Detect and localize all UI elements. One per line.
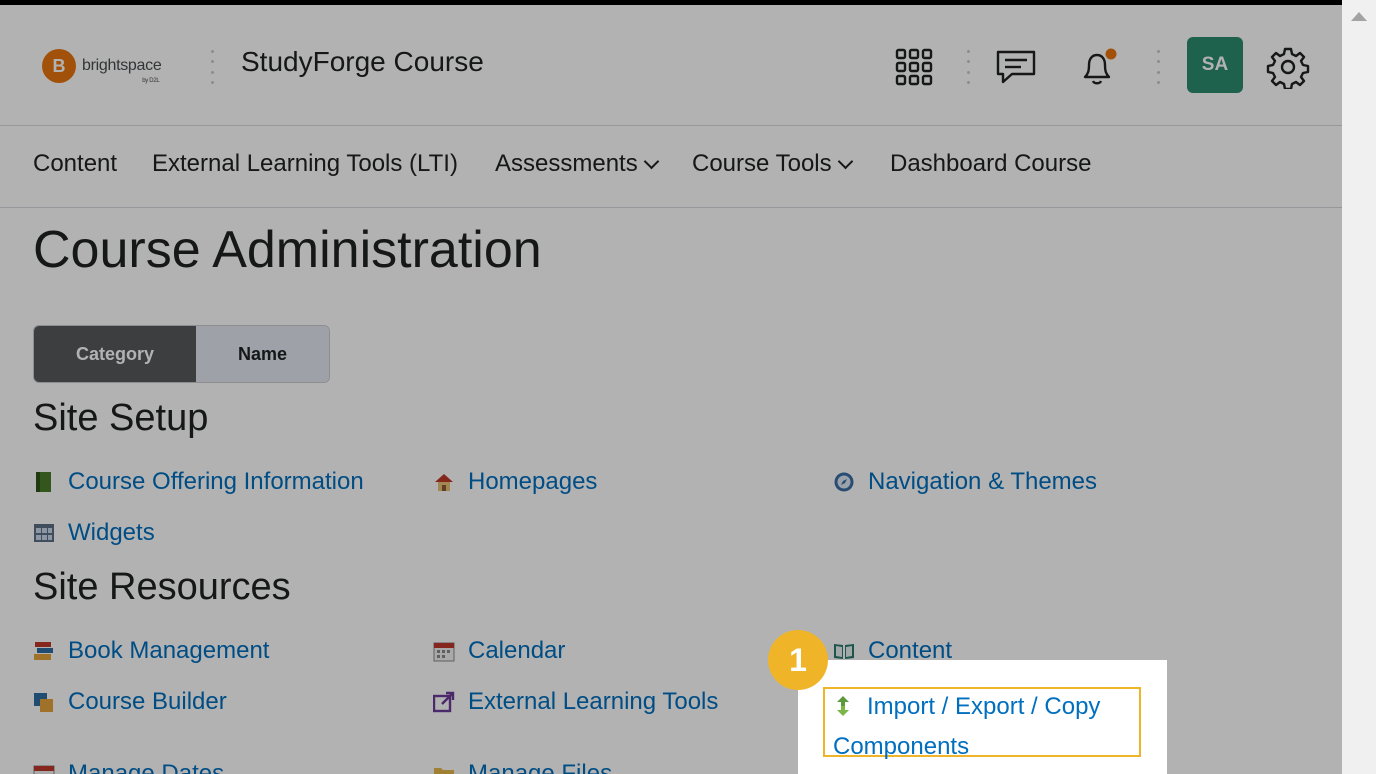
scrollbar[interactable]	[1342, 0, 1376, 774]
link-import-export-copy-components[interactable]: Import / Export / Copy Components	[833, 688, 1139, 765]
scroll-up-arrow-icon[interactable]	[1351, 12, 1367, 21]
step-badge: 1	[768, 630, 828, 690]
walkthrough-overlay	[0, 0, 1342, 774]
import-export-icon	[833, 691, 855, 728]
